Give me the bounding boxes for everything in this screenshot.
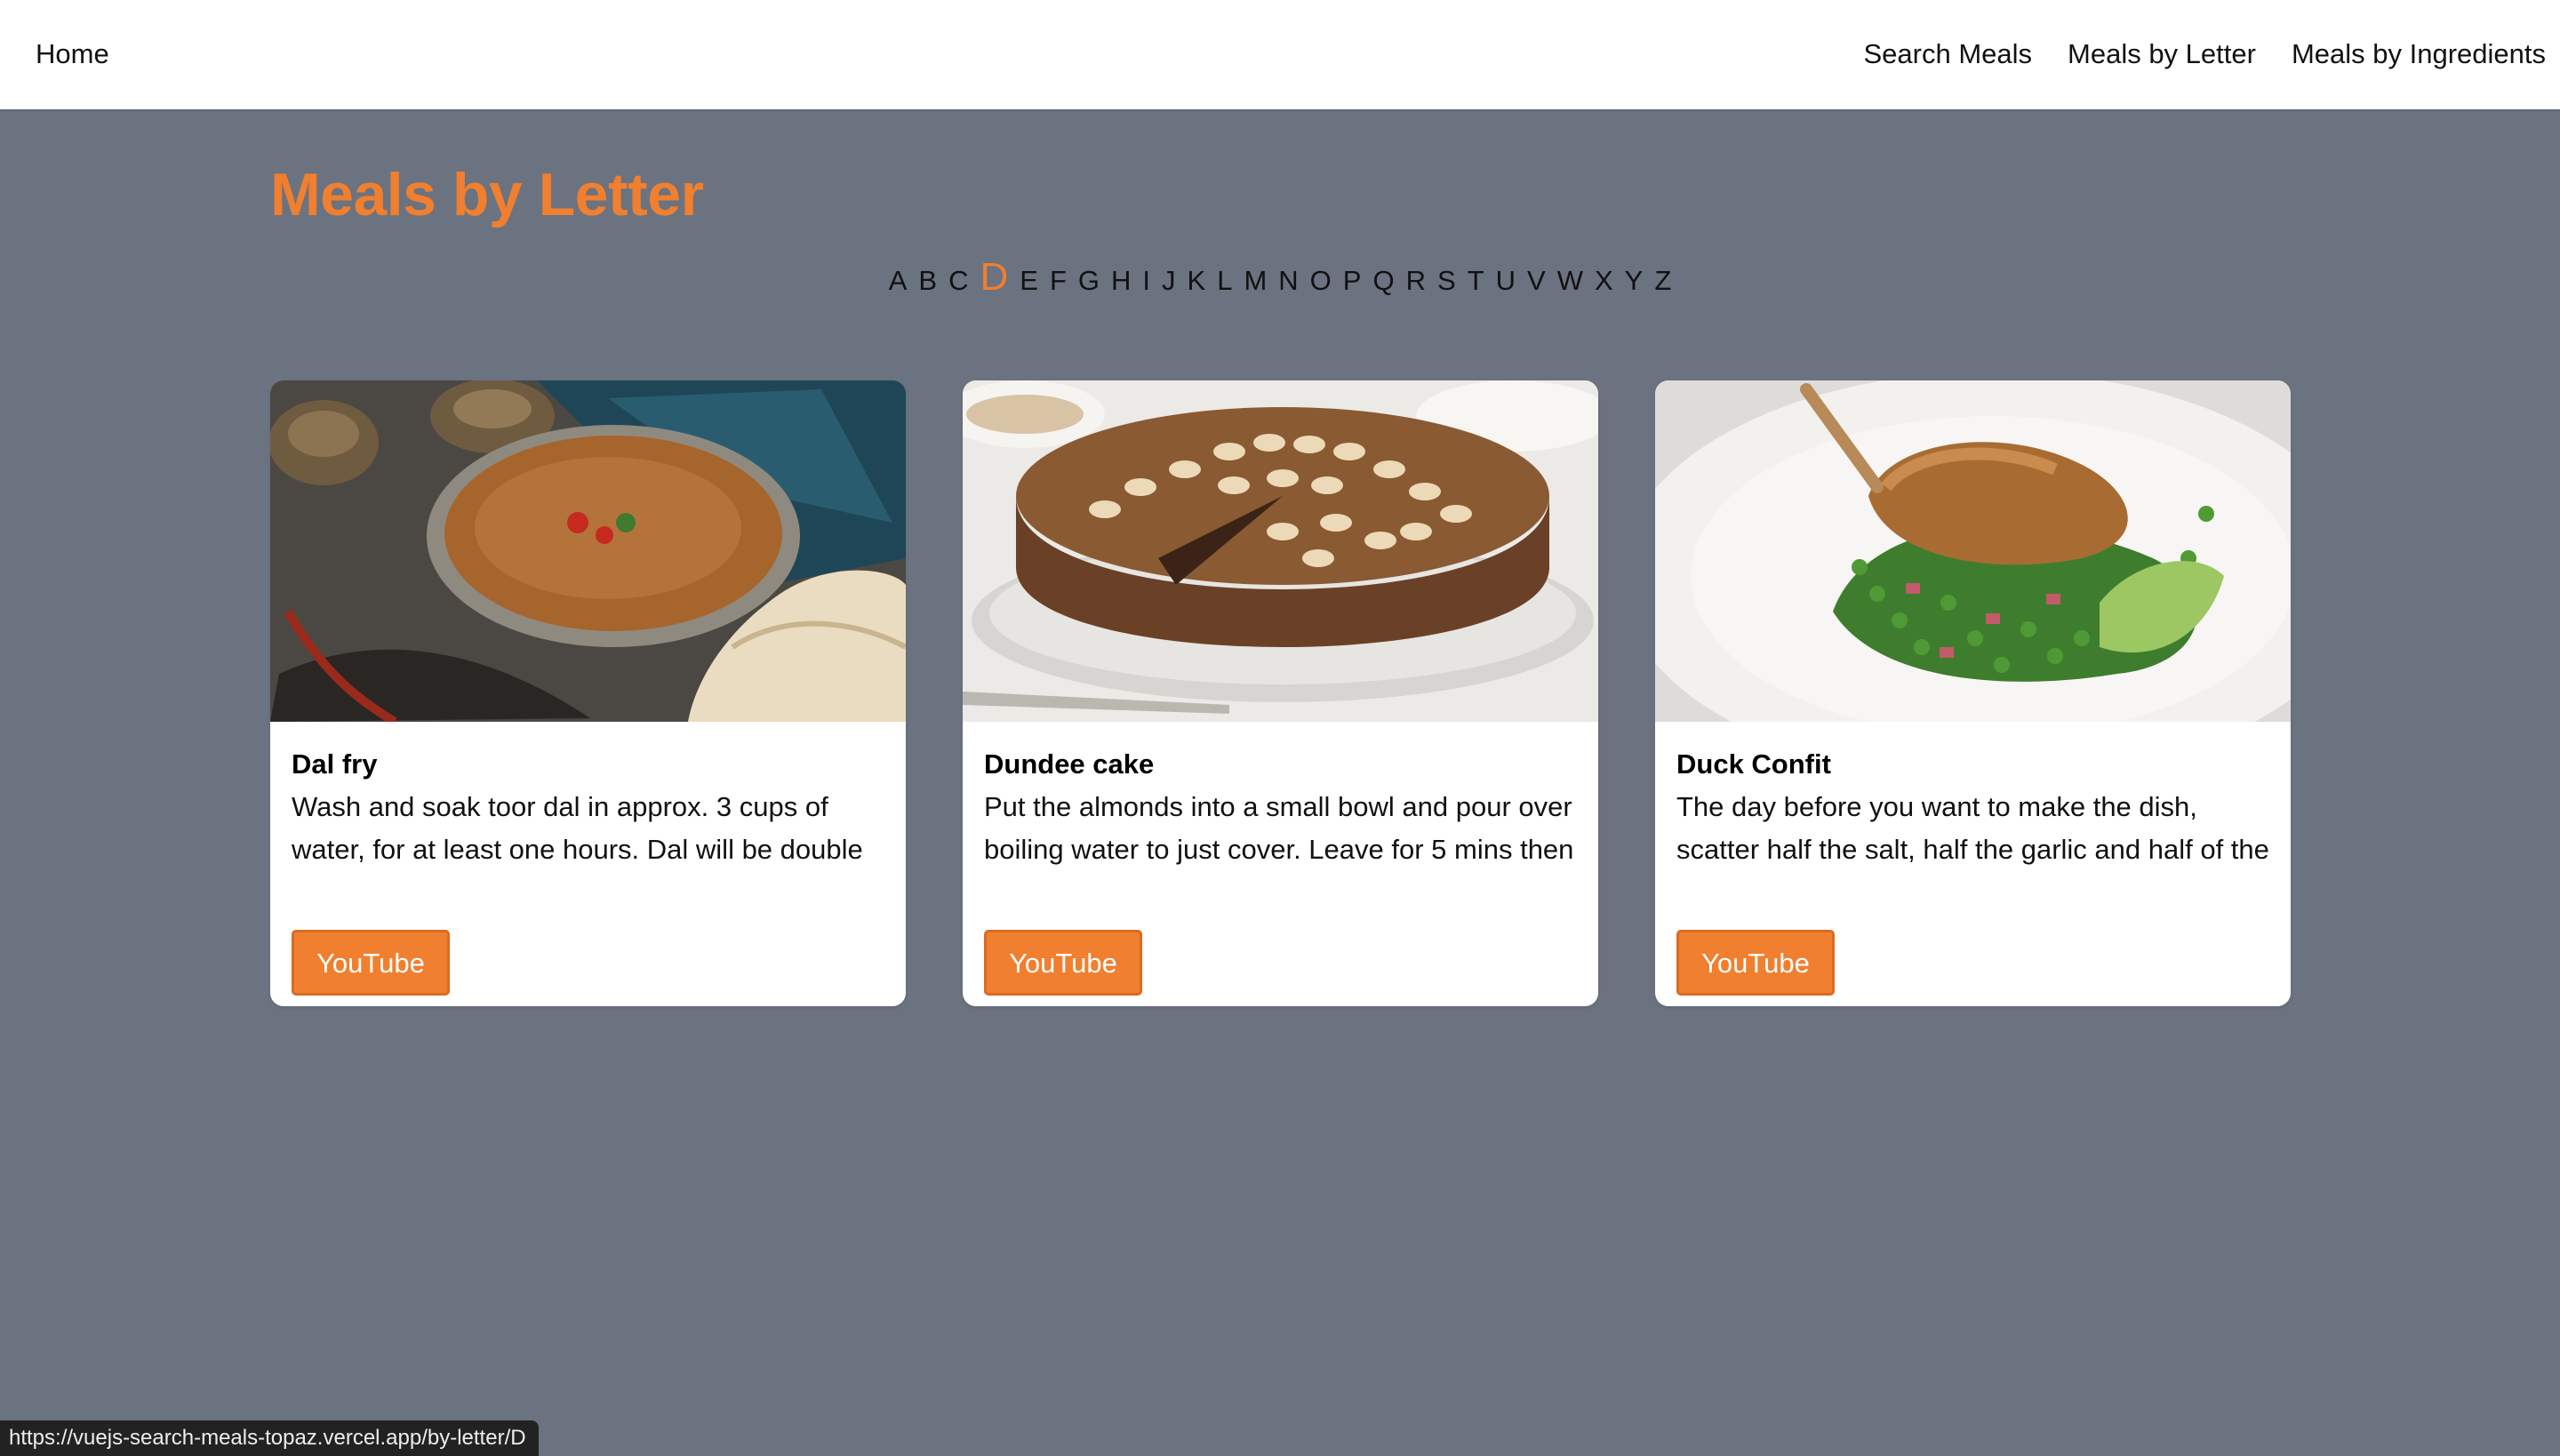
letter-link-e[interactable]: E xyxy=(1020,265,1038,297)
letter-link-w[interactable]: W xyxy=(1557,265,1583,297)
letter-link-u[interactable]: U xyxy=(1496,265,1516,297)
meal-card: Dal fry Wash and soak toor dal in approx… xyxy=(270,380,906,1006)
meal-description: Wash and soak toor dal in approx. 3 cups… xyxy=(292,791,863,865)
letter-link-i[interactable]: I xyxy=(1142,265,1150,297)
youtube-button[interactable]: YouTube xyxy=(292,930,450,996)
youtube-button[interactable]: YouTube xyxy=(984,930,1142,996)
letter-link-g[interactable]: G xyxy=(1078,265,1100,297)
letter-selector: ABCDEFGHIJKLMNOPQRSTUVWXYZ xyxy=(0,251,2560,297)
nav-meals-by-letter-link[interactable]: Meals by Letter xyxy=(2068,0,2256,109)
letter-link-t[interactable]: T xyxy=(1468,265,1484,297)
letter-link-a[interactable]: A xyxy=(889,265,908,297)
meal-description: Put the almonds into a small bowl and po… xyxy=(984,791,1574,865)
letter-link-d[interactable]: D xyxy=(980,258,1008,297)
nav-links: Search Meals Meals by Letter Meals by In… xyxy=(1863,0,2546,109)
meal-title: Duck Confit xyxy=(1676,748,1831,780)
letter-link-z[interactable]: Z xyxy=(1654,265,1671,297)
letter-link-y[interactable]: Y xyxy=(1625,265,1644,297)
letter-link-j[interactable]: J xyxy=(1162,265,1176,297)
meal-cards: Dal fry Wash and soak toor dal in approx… xyxy=(270,380,2291,1006)
letter-link-q[interactable]: Q xyxy=(1372,265,1394,297)
meal-title: Dundee cake xyxy=(984,748,1155,780)
letter-link-k[interactable]: K xyxy=(1188,265,1206,297)
meal-card: Dundee cake Put the almonds into a small… xyxy=(963,380,1598,1006)
letter-link-m[interactable]: M xyxy=(1244,265,1267,297)
letter-link-v[interactable]: V xyxy=(1527,265,1546,297)
status-bar-url: https://vuejs-search-meals-topaz.vercel.… xyxy=(0,1420,539,1456)
letter-link-f[interactable]: F xyxy=(1050,265,1067,297)
letter-link-b[interactable]: B xyxy=(918,265,937,297)
letter-link-o[interactable]: O xyxy=(1310,265,1332,297)
letter-link-s[interactable]: S xyxy=(1437,265,1456,297)
letter-link-n[interactable]: N xyxy=(1278,265,1298,297)
letter-link-x[interactable]: X xyxy=(1595,265,1613,297)
letter-link-c[interactable]: C xyxy=(948,265,968,297)
letter-link-p[interactable]: P xyxy=(1343,265,1362,297)
nav-home-link[interactable]: Home xyxy=(36,0,109,109)
meal-description: The day before you want to make the dish… xyxy=(1676,791,2269,865)
meal-card-body: Duck Confit The day before you want to m… xyxy=(1655,722,2291,996)
meal-image-dal-fry[interactable] xyxy=(270,380,906,722)
nav-search-meals-link[interactable]: Search Meals xyxy=(1863,0,2032,109)
letter-link-r[interactable]: R xyxy=(1406,265,1426,297)
meal-card-body: Dundee cake Put the almonds into a small… xyxy=(963,722,1598,996)
letter-link-l[interactable]: L xyxy=(1217,265,1232,297)
top-navbar: Home Search Meals Meals by Letter Meals … xyxy=(0,0,2560,109)
letter-link-h[interactable]: H xyxy=(1111,265,1131,297)
page-title: Meals by Letter xyxy=(270,161,704,228)
meal-image-duck-confit[interactable] xyxy=(1655,380,2291,722)
nav-meals-by-ingredients-link[interactable]: Meals by Ingredients xyxy=(2292,0,2546,109)
meal-image-dundee-cake[interactable] xyxy=(963,380,1598,722)
meal-title: Dal fry xyxy=(292,748,378,780)
youtube-button[interactable]: YouTube xyxy=(1676,930,1835,996)
meal-card: Duck Confit The day before you want to m… xyxy=(1655,380,2291,1006)
meal-card-body: Dal fry Wash and soak toor dal in approx… xyxy=(270,722,906,996)
